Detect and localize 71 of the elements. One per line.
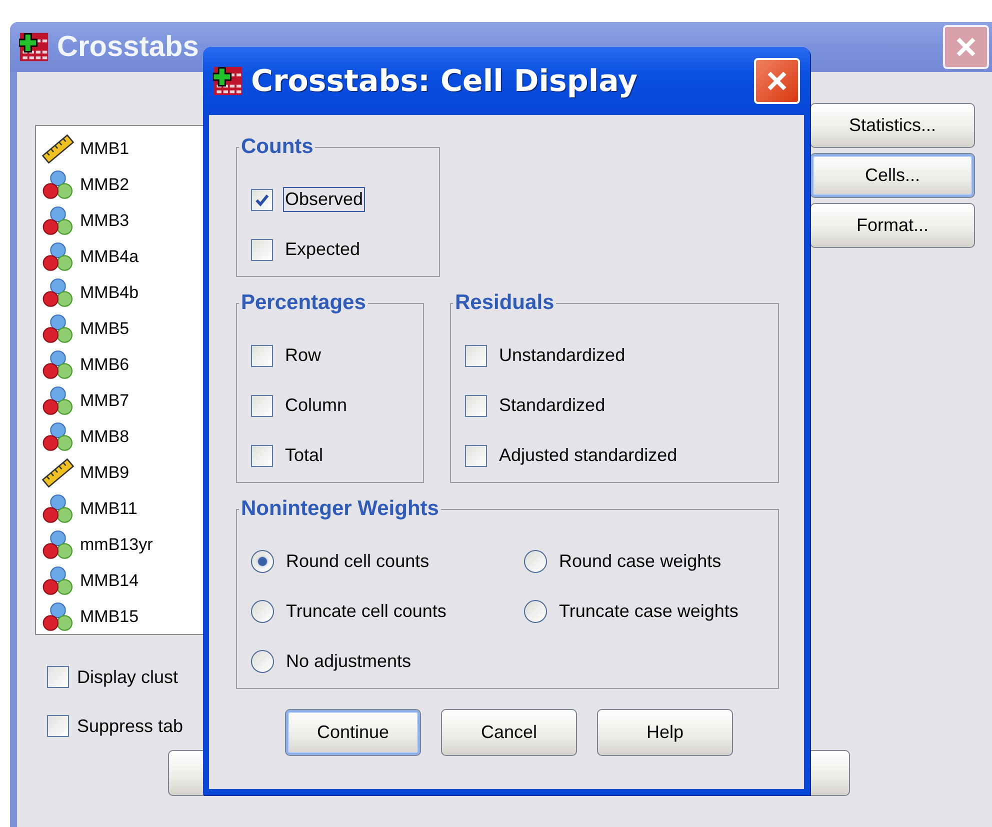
dialog-title: Crosstabs: Cell Display [251, 64, 638, 98]
option-label: Truncate cell counts [285, 600, 448, 623]
variable-item[interactable]: MMB5 [80, 319, 130, 339]
checkbox[interactable] [251, 188, 273, 210]
dialog-button[interactable]: Continue [285, 709, 421, 756]
checkbox[interactable] [251, 444, 273, 466]
three-balls-icon [42, 565, 74, 597]
dialog-button[interactable]: Help [597, 709, 733, 756]
three-balls-icon [42, 493, 74, 525]
variable-item[interactable]: MMB15 [80, 607, 139, 627]
dialog-button[interactable]: Cancel [441, 709, 577, 756]
option-label: Column [284, 394, 348, 417]
radio-button[interactable] [251, 600, 274, 623]
three-balls-icon [42, 205, 74, 237]
three-balls-icon [42, 277, 74, 309]
side-button[interactable]: Statistics... [810, 103, 975, 148]
group-title: Residuals [454, 291, 556, 315]
checkbox[interactable] [251, 394, 273, 416]
three-balls-icon [42, 529, 74, 561]
variable-item[interactable]: MMB7 [80, 391, 130, 411]
radio-button[interactable] [251, 550, 274, 573]
group-title: Noninteger Weights [240, 497, 440, 521]
three-balls-icon [42, 169, 74, 201]
option-label: Round case weights [558, 550, 722, 573]
variable-item[interactable]: MMB8 [80, 427, 130, 447]
checkbox[interactable] [465, 444, 487, 466]
three-balls-icon [42, 601, 74, 633]
side-button[interactable]: Cells... [810, 153, 975, 198]
variable-item[interactable]: MMB6 [80, 355, 130, 375]
option-label: No adjustments [285, 650, 412, 673]
window-title: Crosstabs [57, 30, 199, 64]
variable-item[interactable]: MMB4b [80, 283, 139, 303]
variable-item[interactable]: mmB13yr [80, 535, 153, 555]
option-label: Truncate case weights [558, 600, 740, 623]
three-balls-icon [42, 385, 74, 417]
option-label: Row [284, 344, 322, 367]
table-plus-icon [213, 66, 243, 96]
close-button[interactable] [943, 25, 989, 69]
option-label: Expected [284, 238, 362, 261]
variable-item[interactable]: MMB9 [80, 463, 130, 483]
checkbox[interactable] [47, 666, 69, 688]
three-balls-icon [42, 241, 74, 273]
group-title: Percentages [240, 291, 367, 315]
checkbox[interactable] [47, 715, 69, 737]
group-title: Counts [240, 135, 314, 159]
variable-item[interactable]: MMB14 [80, 571, 139, 591]
radio-button[interactable] [524, 550, 547, 573]
three-balls-icon [42, 349, 74, 381]
variable-item[interactable]: MMB2 [80, 175, 130, 195]
option-label: Standardized [498, 394, 606, 417]
option-label: Unstandardized [498, 344, 626, 367]
variable-item[interactable]: MMB11 [80, 499, 138, 519]
checkbox-label: Display clust [77, 666, 178, 688]
radio-button[interactable] [251, 650, 274, 673]
option-label: Adjusted standardized [498, 444, 678, 467]
radio-button[interactable] [524, 600, 547, 623]
variable-item[interactable]: MMB3 [80, 211, 130, 231]
three-balls-icon [42, 421, 74, 453]
variable-item[interactable]: MMB4a [80, 247, 139, 267]
three-balls-icon [42, 313, 74, 345]
option-label: Round cell counts [285, 550, 430, 573]
side-button[interactable]: Format... [810, 203, 975, 248]
checkbox[interactable] [251, 238, 273, 260]
variable-item[interactable]: MMB1 [80, 139, 130, 159]
option-label: Total [284, 444, 324, 467]
table-plus-icon [19, 32, 49, 62]
checkbox[interactable] [465, 394, 487, 416]
option-label: Observed [283, 187, 366, 212]
checkbox[interactable] [465, 344, 487, 366]
checkbox-label: Suppress tab [77, 716, 184, 736]
checkbox[interactable] [251, 344, 273, 366]
